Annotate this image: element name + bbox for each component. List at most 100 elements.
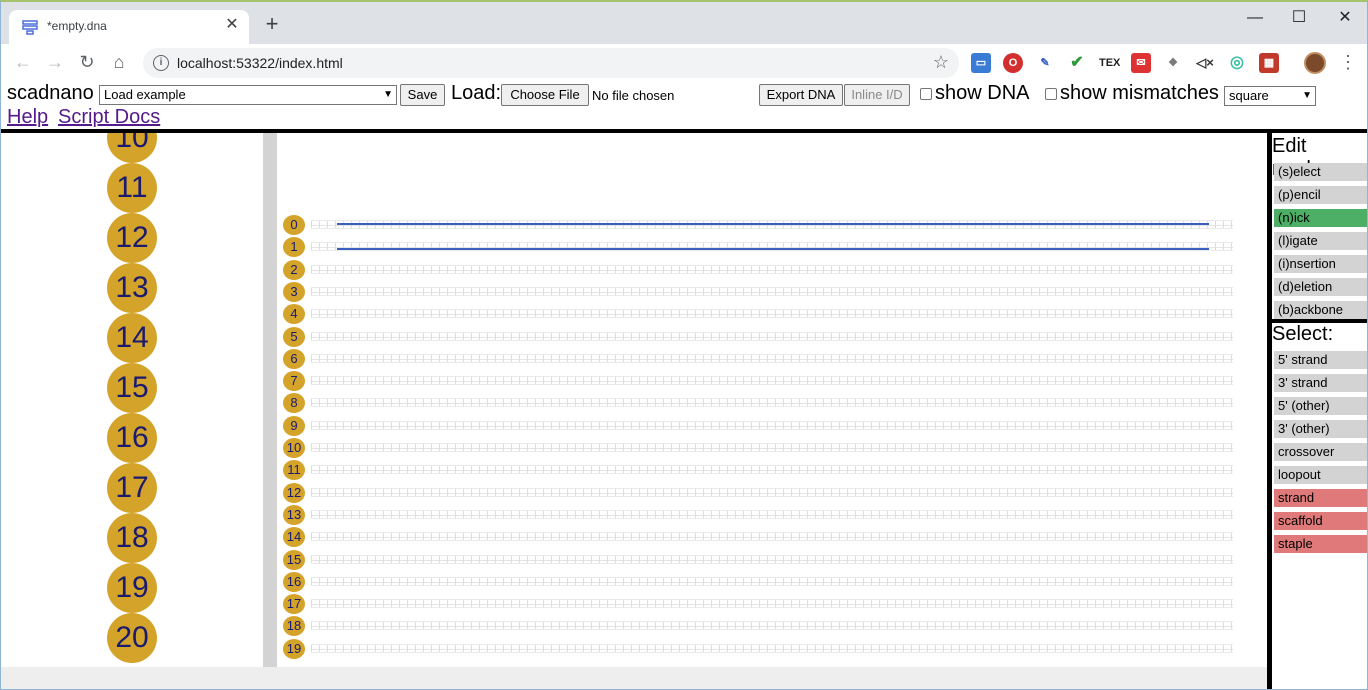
side-helix-18[interactable]: 18 (107, 513, 157, 563)
helix-grid-15[interactable] (311, 554, 1233, 564)
side-helix-14[interactable]: 14 (107, 313, 157, 363)
select-item-3-strand[interactable]: 3' strand (1274, 374, 1367, 392)
edit-mode-nick[interactable]: (n)ick (1274, 209, 1367, 227)
strand-helix-1[interactable] (337, 248, 1209, 250)
select-item-5-strand[interactable]: 5' strand (1274, 351, 1367, 369)
side-helix-13[interactable]: 13 (107, 263, 157, 313)
bookmark-star-icon[interactable]: ☆ (933, 52, 949, 73)
extension-check-icon[interactable]: ✔ (1067, 53, 1087, 73)
main-helix-label-6[interactable]: 6 (283, 348, 305, 369)
mute-icon[interactable]: ◁× (1195, 53, 1215, 73)
side-helix-10[interactable]: 10 (107, 133, 157, 163)
forward-arrow-icon[interactable]: → (43, 50, 67, 74)
main-helix-label-10[interactable]: 10 (283, 438, 305, 458)
side-helix-17[interactable]: 17 (107, 463, 157, 513)
load-example-select[interactable]: Load example ▼ (99, 85, 397, 105)
side-helix-11[interactable]: 11 (107, 163, 157, 213)
browser-tab[interactable]: *empty.dna ✕ (9, 10, 249, 44)
side-helix-15[interactable]: 15 (107, 363, 157, 413)
bottom-scrollbar[interactable] (1, 667, 1267, 689)
main-helix-label-3[interactable]: 3 (283, 281, 305, 302)
extension-mail-icon[interactable]: ✉ (1131, 53, 1151, 73)
select-item-5-other-[interactable]: 5' (other) (1274, 397, 1367, 415)
helix-grid-8[interactable] (311, 398, 1233, 408)
main-helix-label-1[interactable]: 1 (283, 237, 305, 258)
new-tab-button[interactable]: + (261, 13, 283, 36)
select-item-loopout[interactable]: loopout (1274, 466, 1367, 484)
home-icon[interactable]: ⌂ (107, 50, 131, 74)
side-helix-19[interactable]: 19 (107, 563, 157, 613)
view-divider[interactable] (263, 133, 277, 667)
strand-helix-0[interactable] (337, 223, 1209, 225)
main-helix-label-17[interactable]: 17 (283, 594, 305, 615)
side-view[interactable]: 10 11 12 13 14 15 16 17 18 19 20 (1, 133, 263, 667)
back-arrow-icon[interactable]: ← (11, 50, 35, 74)
main-helix-label-11[interactable]: 11 (283, 460, 305, 481)
main-helix-label-12[interactable]: 12 (283, 482, 305, 503)
extension-dropbox-icon[interactable]: ❖ (1163, 53, 1183, 73)
save-button[interactable]: Save (400, 84, 445, 106)
helix-grid-11[interactable] (311, 465, 1233, 475)
helix-grid-7[interactable] (311, 376, 1233, 386)
edit-mode-pencil[interactable]: (p)encil (1274, 186, 1367, 204)
info-icon[interactable]: i (153, 55, 169, 71)
extension-red-icon[interactable]: ▦ (1259, 53, 1279, 73)
close-window-button[interactable]: ✕ (1323, 6, 1367, 30)
main-helix-label-16[interactable]: 16 (283, 571, 305, 592)
choose-file-button[interactable]: Choose File (501, 84, 589, 106)
helix-grid-2[interactable] (311, 264, 1233, 274)
main-helix-label-7[interactable]: 7 (283, 371, 305, 392)
select-item-staple[interactable]: staple (1274, 535, 1367, 553)
side-helix-12[interactable]: 12 (107, 213, 157, 263)
grid-select[interactable]: square ▼ (1224, 86, 1316, 106)
side-helix-16[interactable]: 16 (107, 413, 157, 463)
extension-pen-icon[interactable]: ✎ (1035, 53, 1055, 73)
select-item-3-other-[interactable]: 3' (other) (1274, 420, 1367, 438)
helix-grid-9[interactable] (311, 420, 1233, 430)
main-helix-label-14[interactable]: 14 (283, 527, 305, 548)
helix-grid-10[interactable] (311, 443, 1233, 452)
main-helix-label-13[interactable]: 13 (283, 504, 305, 525)
helix-grid-18[interactable] (311, 621, 1233, 631)
show-mismatches-checkbox[interactable] (1045, 88, 1057, 100)
script-docs-link[interactable]: Script Docs (58, 106, 160, 129)
main-view[interactable]: 0 1 2 3 4 5 6 7 8 9 10 11 12 13 14 15 16 17 18 19 (277, 133, 1267, 667)
profile-avatar[interactable] (1304, 52, 1326, 74)
helix-grid-3[interactable] (311, 286, 1233, 296)
main-helix-label-4[interactable]: 4 (283, 304, 305, 325)
main-helix-label-2[interactable]: 2 (283, 259, 305, 280)
export-dna-button[interactable]: Export DNA (759, 84, 843, 106)
main-helix-label-8[interactable]: 8 (283, 393, 305, 414)
main-helix-label-19[interactable]: 19 (283, 638, 305, 659)
helix-grid-14[interactable] (311, 532, 1233, 542)
main-helix-label-18[interactable]: 18 (283, 616, 305, 637)
minimize-button[interactable]: — (1233, 6, 1277, 30)
helix-grid-12[interactable] (311, 487, 1233, 497)
maximize-button[interactable]: ☐ (1277, 6, 1321, 30)
extension-circle-icon[interactable]: ◎ (1227, 53, 1247, 73)
helix-grid-19[interactable] (311, 643, 1233, 653)
main-helix-label-0[interactable]: 0 (283, 215, 305, 235)
reload-icon[interactable]: ↻ (75, 50, 99, 74)
extension-tex-icon[interactable]: TEX (1099, 53, 1120, 73)
select-item-crossover[interactable]: crossover (1274, 443, 1367, 461)
menu-dots-icon[interactable]: ⋮ (1339, 50, 1357, 74)
address-bar[interactable]: i localhost:53322/index.html ☆ (143, 48, 959, 78)
edit-mode-insertion[interactable]: (i)nsertion (1274, 255, 1367, 273)
help-link[interactable]: Help (7, 106, 48, 129)
edit-mode-deletion[interactable]: (d)eletion (1274, 278, 1367, 296)
extension-chat-icon[interactable]: ▭ (971, 53, 991, 73)
helix-grid-17[interactable] (311, 599, 1233, 609)
main-helix-label-9[interactable]: 9 (283, 415, 305, 436)
select-item-scaffold[interactable]: scaffold (1274, 512, 1367, 530)
helix-grid-6[interactable] (311, 353, 1233, 363)
helix-grid-4[interactable] (311, 309, 1233, 319)
helix-grid-5[interactable] (311, 331, 1233, 341)
main-helix-label-15[interactable]: 15 (283, 549, 305, 570)
helix-grid-16[interactable] (311, 576, 1233, 586)
inline-id-button[interactable]: Inline I/D (844, 84, 910, 106)
side-helix-20[interactable]: 20 (107, 613, 157, 663)
extension-opera-icon[interactable]: O (1003, 53, 1023, 73)
edit-mode-backbone[interactable]: (b)ackbone (1274, 301, 1367, 319)
edit-mode-select[interactable]: (s)elect (1274, 163, 1367, 181)
